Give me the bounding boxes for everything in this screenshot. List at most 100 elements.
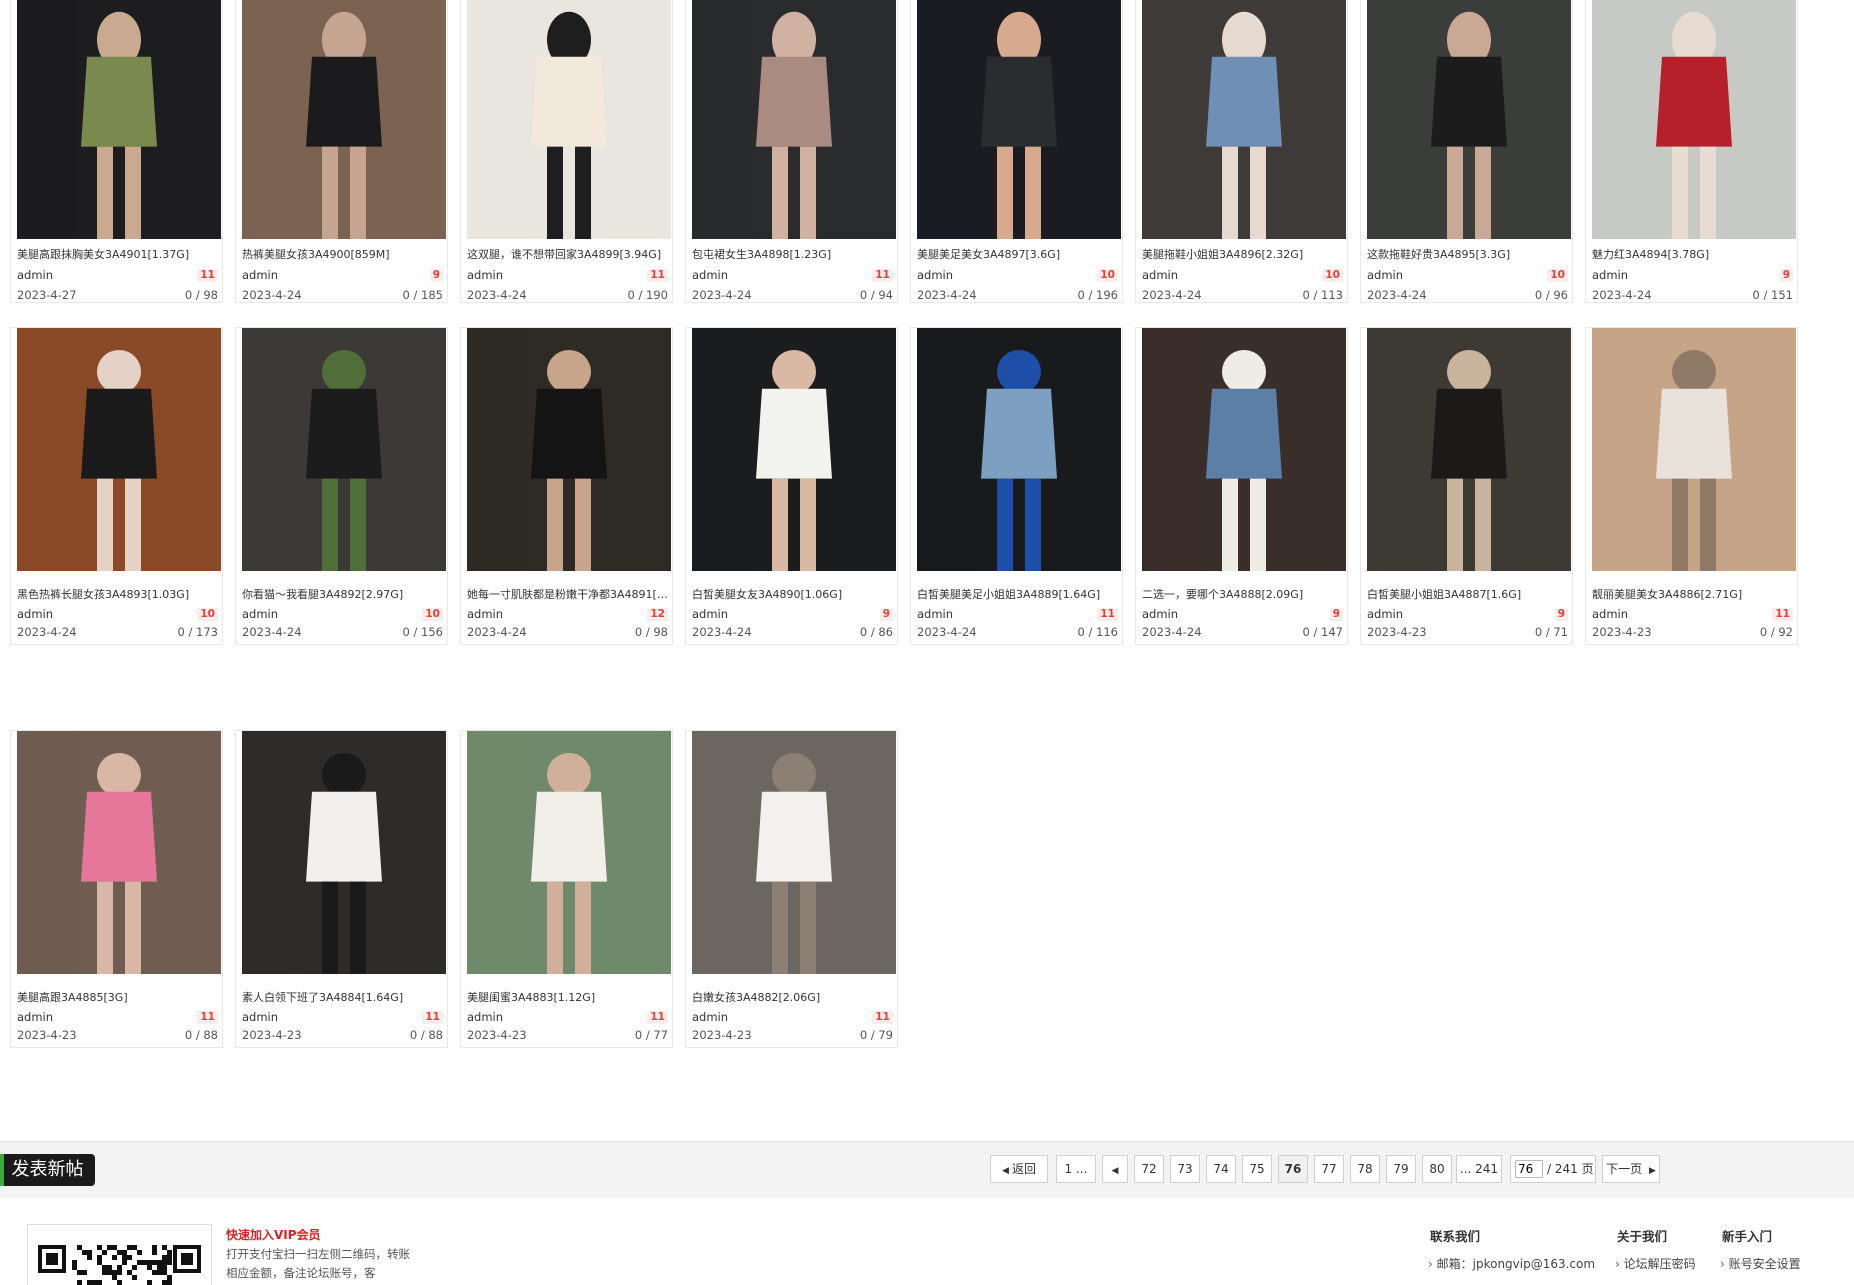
page-link[interactable]: 76 — [1278, 1155, 1308, 1183]
thread-author: admin — [1367, 268, 1404, 282]
thread-card[interactable]: 这双腿，谁不想带回家3A4899[3.94G] admin 2023-4-24 11 0… — [460, 0, 673, 303]
thread-title[interactable]: 白皙美腿女友3A4890[1.06G] — [692, 586, 896, 602]
thread-card[interactable]: 白皙美腿美足小姐姐3A4889[1.64G] admin 2023-4-24 11 0 … — [910, 327, 1123, 645]
thread-thumbnail[interactable] — [1367, 0, 1571, 239]
page-link[interactable]: 73 — [1170, 1155, 1200, 1183]
thread-thumbnail[interactable] — [917, 328, 1121, 571]
thread-card[interactable]: 素人白领下班了3A4884[1.64G] admin 2023-4-23 11 0 / … — [235, 730, 448, 1048]
reply-view-stats: 0 / 196 — [1077, 288, 1118, 302]
new-post-button[interactable]: 发表新帖 — [0, 1154, 95, 1186]
thread-thumbnail[interactable] — [242, 731, 446, 974]
thread-thumbnail[interactable] — [242, 328, 446, 571]
thread-card[interactable]: 二选一，要哪个3A4888[2.09G] admin 2023-4-24 9 0 / 1… — [1135, 327, 1348, 645]
thread-title[interactable]: 她每一寸肌肤都是粉嫩干净都3A4891[2.5G] — [467, 586, 671, 602]
thread-card[interactable]: 这款拖鞋好贵3A4895[3.3G] admin 2023-4-24 10 0 / 96 — [1360, 0, 1573, 303]
thread-author: admin — [242, 607, 279, 621]
thread-date: 2023-4-24 — [1142, 625, 1202, 639]
thread-thumbnail[interactable] — [467, 731, 671, 974]
thread-card[interactable]: 她每一寸肌肤都是粉嫩干净都3A4891[2.5G] admin 2023-4-24 1… — [460, 327, 673, 645]
thread-title[interactable]: 美腿拖鞋小姐姐3A4896[2.32G] — [1142, 246, 1346, 262]
footer-link-account-security[interactable]: 账号安全设置 — [1720, 1255, 1801, 1272]
back-button[interactable]: ◀ 返回 — [990, 1155, 1048, 1183]
thread-title[interactable]: 美腿美足美女3A4897[3.6G] — [917, 246, 1121, 262]
page-link[interactable]: 74 — [1206, 1155, 1236, 1183]
thread-title[interactable]: 这款拖鞋好贵3A4895[3.3G] — [1367, 246, 1571, 262]
thread-title[interactable]: 美腿高跟抹胸美女3A4901[1.37G] — [17, 246, 221, 262]
thread-thumbnail[interactable] — [17, 0, 221, 239]
thread-title[interactable]: 这双腿，谁不想带回家3A4899[3.94G] — [467, 246, 671, 262]
page-first[interactable]: 1 ... — [1056, 1155, 1096, 1183]
thread-thumbnail[interactable] — [1367, 328, 1571, 571]
image-count-badge: 11 — [197, 269, 218, 282]
thread-author: admin — [467, 607, 504, 621]
footer-link-password[interactable]: 论坛解压密码 — [1615, 1255, 1696, 1272]
thread-card[interactable]: 包屯裙女生3A4898[1.23G] admin 2023-4-24 11 0 / 94 — [685, 0, 898, 303]
thread-thumbnail[interactable] — [467, 0, 671, 239]
page-link[interactable]: 77 — [1314, 1155, 1344, 1183]
thread-title[interactable]: 你看猫～我看腿3A4892[2.97G] — [242, 586, 446, 602]
thread-card[interactable]: 美腿美足美女3A4897[3.6G] admin 2023-4-24 10 0 / 19… — [910, 0, 1123, 303]
thread-title[interactable]: 素人白领下班了3A4884[1.64G] — [242, 989, 446, 1005]
next-page-button[interactable]: 下一页 ▶ — [1602, 1155, 1660, 1183]
thread-card[interactable]: 白嫩女孩3A4882[2.06G] admin 2023-4-23 11 0 / 79 — [685, 730, 898, 1048]
thread-card[interactable]: 美腿高跟3A4885[3G] admin 2023-4-23 11 0 / 88 — [10, 730, 223, 1048]
thread-title[interactable]: 靓丽美腿美女3A4886[2.71G] — [1592, 586, 1796, 602]
thread-title[interactable]: 热裤美腿女孩3A4900[859M] — [242, 246, 446, 262]
reply-view-stats: 0 / 98 — [184, 288, 218, 302]
page-link[interactable]: 75 — [1242, 1155, 1272, 1183]
thread-author: admin — [1592, 268, 1629, 282]
thread-card[interactable]: 白皙美腿女友3A4890[1.06G] admin 2023-4-24 9 0 / 86 — [685, 327, 898, 645]
next-label: 下一页 — [1606, 1162, 1643, 1176]
thread-card[interactable]: 美腿高跟抹胸美女3A4901[1.37G] admin 2023-4-27 11 0 /… — [10, 0, 223, 303]
thread-title[interactable]: 白皙美腿小姐姐3A4887[1.6G] — [1367, 586, 1571, 602]
thread-title[interactable]: 美腿闺蜜3A4883[1.12G] — [467, 989, 671, 1005]
thread-title[interactable]: 白嫩女孩3A4882[2.06G] — [692, 989, 896, 1005]
thread-card[interactable]: 你看猫～我看腿3A4892[2.97G] admin 2023-4-24 10 0 / … — [235, 327, 448, 645]
thread-card[interactable]: 魅力红3A4894[3.78G] admin 2023-4-24 9 0 / 151 — [1585, 0, 1798, 303]
thread-thumbnail[interactable] — [1592, 0, 1796, 239]
page-input[interactable] — [1515, 1160, 1543, 1178]
thread-title[interactable]: 包屯裙女生3A4898[1.23G] — [692, 246, 896, 262]
thread-thumbnail[interactable] — [1142, 328, 1346, 571]
image-count-badge: 12 — [647, 608, 668, 621]
page-link[interactable]: 78 — [1350, 1155, 1380, 1183]
thread-author: admin — [1367, 607, 1404, 621]
thread-title[interactable]: 美腿高跟3A4885[3G] — [17, 989, 221, 1005]
thread-author: admin — [467, 268, 504, 282]
thread-date: 2023-4-23 — [17, 1028, 77, 1042]
thread-thumbnail[interactable] — [467, 328, 671, 571]
thread-card[interactable]: 热裤美腿女孩3A4900[859M] admin 2023-4-24 9 0 / 185 — [235, 0, 448, 303]
image-count-badge: 9 — [1554, 608, 1568, 621]
footer-link-email[interactable]: 邮箱：jpkongvip@163.com — [1428, 1255, 1595, 1272]
thread-thumbnail[interactable] — [1142, 0, 1346, 239]
thread-thumbnail[interactable] — [1592, 328, 1796, 571]
thread-thumbnail[interactable] — [917, 0, 1121, 239]
image-count-badge: 10 — [197, 608, 218, 621]
page-link[interactable]: 80 — [1422, 1155, 1452, 1183]
page-link[interactable]: 79 — [1386, 1155, 1416, 1183]
thread-author: admin — [1592, 607, 1629, 621]
thread-date: 2023-4-24 — [1592, 288, 1652, 302]
thread-thumbnail[interactable] — [692, 0, 896, 239]
page-link[interactable]: 72 — [1134, 1155, 1164, 1183]
thread-title[interactable]: 魅力红3A4894[3.78G] — [1592, 246, 1796, 262]
thread-thumbnail[interactable] — [242, 0, 446, 239]
thread-date: 2023-4-23 — [242, 1028, 302, 1042]
footer-heading-about: 关于我们 — [1617, 1229, 1668, 1244]
thread-title[interactable]: 黑色热裤长腿女孩3A4893[1.03G] — [17, 586, 221, 602]
prev-page-button[interactable]: ◀ — [1102, 1155, 1128, 1183]
thread-title[interactable]: 白皙美腿美足小姐姐3A4889[1.64G] — [917, 586, 1121, 602]
thread-thumbnail[interactable] — [17, 731, 221, 974]
thread-thumbnail[interactable] — [17, 328, 221, 571]
thread-card[interactable]: 白皙美腿小姐姐3A4887[1.6G] admin 2023-4-23 9 0 / 71 — [1360, 327, 1573, 645]
page-last[interactable]: ... 241 — [1456, 1155, 1502, 1183]
thread-card[interactable]: 美腿闺蜜3A4883[1.12G] admin 2023-4-23 11 0 / 77 — [460, 730, 673, 1048]
thread-title[interactable]: 二选一，要哪个3A4888[2.09G] — [1142, 586, 1346, 602]
thread-thumbnail[interactable] — [692, 328, 896, 571]
thread-card[interactable]: 美腿拖鞋小姐姐3A4896[2.32G] admin 2023-4-24 10 0 / … — [1135, 0, 1348, 303]
thread-card[interactable]: 靓丽美腿美女3A4886[2.71G] admin 2023-4-23 11 0 / 9… — [1585, 327, 1798, 645]
thread-date: 2023-4-24 — [467, 625, 527, 639]
thread-card[interactable]: 黑色热裤长腿女孩3A4893[1.03G] admin 2023-4-24 10 0 /… — [10, 327, 223, 645]
thread-author: admin — [692, 1010, 729, 1024]
thread-thumbnail[interactable] — [692, 731, 896, 974]
